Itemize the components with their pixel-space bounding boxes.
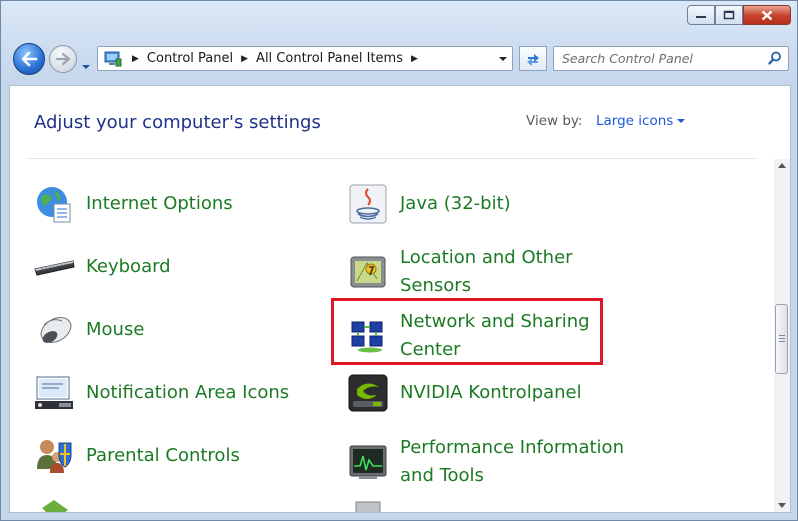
address-dropdown-icon[interactable] [498, 56, 508, 62]
item-label[interactable]: Mouse [86, 316, 316, 344]
partial-item-icon [32, 496, 76, 512]
list-item-location-sensors[interactable]: Location and Other Sensors [346, 244, 630, 300]
scroll-up-icon[interactable] [778, 163, 786, 168]
list-item-parental-controls[interactable]: Parental Controls [32, 434, 316, 478]
recent-pages-button[interactable] [81, 55, 91, 74]
notification-area-icon [32, 371, 76, 415]
navigation-bar: ▶ Control Panel ▶ All Control Panel Item… [9, 41, 789, 77]
address-bar[interactable]: ▶ Control Panel ▶ All Control Panel Item… [97, 46, 513, 71]
page-title: Adjust your computer's settings [34, 112, 321, 133]
item-label[interactable]: Notification Area Icons [86, 379, 316, 407]
keyboard-icon [32, 245, 76, 289]
list-item-notification-area-icons[interactable]: Notification Area Icons [32, 371, 316, 415]
arrow-left-icon [21, 51, 38, 67]
search-box[interactable] [553, 46, 789, 71]
close-button[interactable] [743, 5, 791, 25]
breadcrumb-control-panel[interactable]: Control Panel [147, 51, 233, 66]
control-panel-icon [104, 51, 122, 66]
list-item-internet-options[interactable]: Internet Options [32, 182, 316, 226]
list-item-performance-tools[interactable]: Performance Information and Tools [346, 434, 630, 490]
list-item-nvidia[interactable]: NVIDIA Kontrolpanel [346, 371, 630, 415]
list-item-mouse[interactable]: Mouse [32, 308, 316, 352]
refresh-button[interactable] [519, 46, 547, 71]
minimize-icon [696, 16, 706, 18]
refresh-icon [527, 53, 539, 66]
breadcrumb-separator[interactable]: ▶ [411, 54, 418, 64]
item-label[interactable]: NVIDIA Kontrolpanel [400, 379, 630, 407]
search-icon[interactable] [768, 51, 782, 65]
mouse-icon [32, 308, 76, 352]
list-item-partial[interactable] [346, 496, 390, 512]
scroll-down-icon[interactable] [778, 503, 786, 508]
scroll-thumb[interactable] [775, 304, 788, 374]
view-by-label: View by: [526, 113, 583, 129]
location-sensors-icon [346, 250, 390, 294]
item-label[interactable]: Performance Information and Tools [400, 434, 630, 490]
forward-button[interactable] [49, 45, 77, 73]
highlight-box [331, 298, 603, 365]
item-label[interactable]: Parental Controls [86, 442, 316, 470]
minimize-button[interactable] [687, 5, 715, 25]
list-item-keyboard[interactable]: Keyboard [32, 245, 316, 289]
parental-controls-icon [32, 434, 76, 478]
maximize-icon [723, 10, 735, 20]
performance-icon [346, 440, 390, 484]
content-pane: Adjust your computer's settings View by:… [9, 85, 791, 513]
vertical-scrollbar[interactable] [774, 159, 790, 512]
breadcrumb-all-items[interactable]: All Control Panel Items [256, 51, 403, 66]
list-item-java[interactable]: Java (32-bit) [346, 182, 630, 226]
item-label[interactable]: Internet Options [86, 190, 316, 218]
arrow-right-icon [55, 52, 71, 66]
java-icon [346, 182, 390, 226]
chevron-down-icon [82, 65, 90, 69]
breadcrumb-separator[interactable]: ▶ [132, 54, 139, 64]
breadcrumb-separator[interactable]: ▶ [241, 54, 248, 64]
divider [26, 158, 758, 159]
chevron-down-icon[interactable] [677, 119, 685, 124]
internet-options-icon [32, 182, 76, 226]
control-panel-window: ▶ Control Panel ▶ All Control Panel Item… [0, 0, 798, 521]
close-icon [761, 10, 773, 20]
caption-buttons [687, 5, 791, 25]
item-label[interactable]: Java (32-bit) [400, 190, 630, 218]
item-label[interactable]: Location and Other Sensors [400, 244, 630, 300]
grip-icon [779, 335, 785, 336]
partial-item-icon [346, 496, 390, 512]
search-input[interactable] [560, 50, 764, 67]
back-button[interactable] [13, 43, 45, 75]
nvidia-icon [346, 371, 390, 415]
maximize-button[interactable] [715, 5, 743, 25]
view-by-dropdown[interactable]: Large icons [596, 113, 673, 129]
list-item-partial[interactable] [32, 496, 76, 512]
item-label[interactable]: Keyboard [86, 253, 316, 281]
